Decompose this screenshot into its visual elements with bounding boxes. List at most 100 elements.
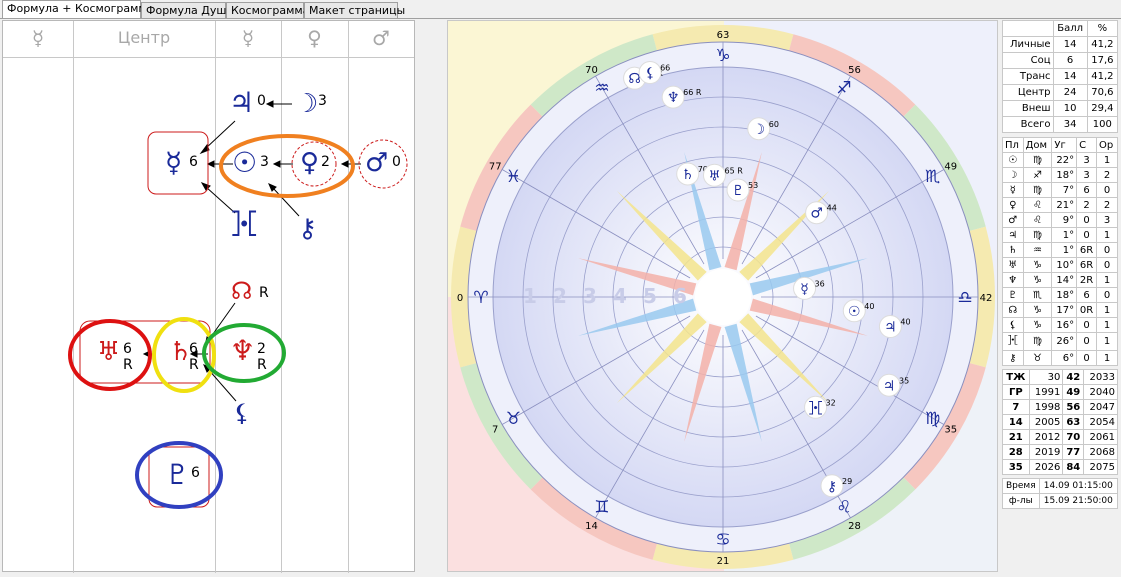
zodiac-sign-glyph: ♒	[594, 78, 609, 98]
planet-row-cell: ☿	[1002, 182, 1024, 198]
score-row-cell: 14	[1052, 68, 1088, 85]
planet-label: 29	[842, 477, 852, 486]
planet-row-cell: 2	[1096, 167, 1118, 183]
year-row: 21 2012 70 2061	[1002, 429, 1118, 445]
planet-row-cell: ♍	[1022, 227, 1053, 243]
year-row-cell: 70	[1062, 429, 1085, 445]
neptune-glyph[interactable]: ♆	[230, 337, 255, 365]
zodiac-sign-glyph: ♍	[925, 409, 940, 429]
moon-glyph[interactable]: ☽	[295, 91, 318, 117]
mars-glyph[interactable]: ♂	[365, 150, 388, 176]
planet-label: 35	[899, 376, 909, 385]
planet-row-cell: 2	[1096, 197, 1118, 213]
year-row-cell: 7	[1002, 399, 1030, 415]
planet-row-cell: ♂	[1002, 212, 1024, 228]
venus-glyph[interactable]: ♀	[300, 150, 319, 176]
uranus-glyph[interactable]: ♅	[97, 339, 120, 365]
planet-row-cell: ♌	[1022, 197, 1053, 213]
zodiac-sign-glyph: ♐	[836, 78, 851, 98]
planet-row: ⚷ ♉ 6° 0 1	[1002, 350, 1118, 366]
planet-label: 65 R	[724, 166, 743, 175]
formula-connectors	[68, 100, 408, 509]
planet-row-cell: ♒	[1022, 242, 1053, 258]
pluto-glyph[interactable]: ♇	[165, 461, 190, 489]
year-row: 28 2019 77 2068	[1002, 444, 1118, 460]
year-row-cell: 63	[1062, 414, 1085, 430]
sun-glyph[interactable]: ☉	[232, 149, 257, 177]
planet-row-cell: 1	[1096, 302, 1118, 318]
year-row-cell: 2033	[1083, 369, 1118, 385]
planet-glyph: ☽	[752, 122, 765, 138]
planet-glyph: ♆	[667, 90, 680, 106]
planets-table: Пл Дом Уг С Ор ☉ ♍ 22° 3 1 ☽ ♐ 18° 3 2 ☿ ♍ 7° 6 0 ♀ ♌ 21°…	[1002, 137, 1118, 366]
planet-row-cell: ♆	[1002, 272, 1024, 288]
degree-tick-label: 49	[944, 162, 957, 173]
degree-tick-label: 14	[585, 521, 598, 532]
cosmogram[interactable]: ♑♐♏♎♍♌♋♊♉♈♓♒63564942352821147077701 2 3 4 5 6…	[448, 21, 998, 572]
time-row-cell: ф-лы	[1002, 493, 1040, 509]
planet-label: 53	[748, 181, 758, 190]
neptune-retro: R	[257, 357, 267, 373]
planet-row-cell: 6	[1076, 287, 1098, 303]
degree-tick-label: 70	[585, 65, 598, 76]
score-row-cell: Внеш	[1002, 100, 1054, 117]
planet-row-cell: 0	[1096, 242, 1118, 258]
neptune-score: 2	[257, 341, 266, 357]
planet-row: ☉ ♍ 22° 3 1	[1002, 152, 1118, 168]
score-row-cell: 41,2	[1086, 68, 1119, 85]
degree-tick-label: 21	[717, 556, 730, 567]
score-row-cell: 24	[1052, 84, 1088, 101]
chiron-glyph[interactable]: ⚷	[298, 216, 317, 242]
tab-soul-formula[interactable]: Формула Души	[141, 2, 234, 18]
moon-score: 3	[318, 93, 327, 109]
lilith-glyph[interactable]: ⚸	[233, 401, 251, 425]
mercury-glyph[interactable]: ☿	[165, 149, 182, 177]
stats-panel: Балл % Личные 14 41,2 Соц 6 17,6 Транс 14 41,2 Це…	[1002, 20, 1119, 509]
planet-row-cell: 3	[1076, 167, 1098, 183]
score-row-cell: Центр	[1002, 84, 1054, 101]
year-row-cell: 84	[1062, 459, 1085, 475]
planet-row-cell: ⚸	[1002, 317, 1024, 333]
jupiter-glyph[interactable]: ♃	[229, 89, 254, 117]
planets-header: Уг	[1051, 137, 1078, 153]
house-number: 6	[673, 284, 687, 308]
proserpina-glyph[interactable]: ⯘	[231, 211, 257, 237]
zodiac-sign-glyph: ♌	[836, 498, 851, 518]
score-row-cell: 17,6	[1086, 52, 1119, 69]
planet-row-cell: ♀	[1002, 197, 1024, 213]
planet-row-cell: 21°	[1051, 197, 1078, 213]
zodiac-sign-glyph: ♓	[506, 167, 521, 187]
uranus-score: 6	[123, 341, 132, 357]
planet-row-cell: ♑	[1022, 317, 1053, 333]
house-number: 3	[583, 284, 597, 308]
planets-header: Пл	[1002, 137, 1024, 153]
node-glyph[interactable]: ☊	[231, 279, 252, 303]
tab-cosmogram[interactable]: Космограмма	[226, 2, 309, 18]
planet-label: 36	[815, 279, 825, 288]
zodiac-sign-glyph: ♑	[715, 46, 730, 66]
planet-row-cell: 0	[1096, 182, 1118, 198]
year-row: ТЖ 30 42 2033	[1002, 369, 1118, 385]
planet-row-cell: 10°	[1051, 257, 1078, 273]
score-row: Личные 14 41,2	[1002, 36, 1119, 53]
tab-formula-cosmogram[interactable]: Формула + Космограмма	[2, 0, 153, 19]
tab-page-layout[interactable]: Макет страницы	[304, 2, 405, 18]
planet-glyph: ⚸	[645, 66, 655, 82]
planet-label: 40	[864, 302, 874, 311]
saturn-score: 6	[189, 341, 198, 357]
year-row-cell: 35	[1002, 459, 1030, 475]
planet-glyph: ♅	[708, 168, 721, 184]
score-row-cell: 41,2	[1086, 36, 1119, 53]
zodiac-sign-glyph: ♉	[506, 409, 521, 429]
score-row-cell: Личные	[1002, 36, 1054, 53]
score-row-cell: 10	[1052, 100, 1088, 117]
score-row-cell: 29,4	[1086, 100, 1119, 117]
score-row-cell: 14	[1052, 36, 1088, 53]
year-row-cell: 2040	[1083, 384, 1118, 400]
planet-row: ⯘ ♍ 26° 0 1	[1002, 332, 1118, 351]
planet-row-cell: ♑	[1022, 257, 1053, 273]
zodiac-sign-glyph: ♋	[715, 530, 730, 550]
degree-tick-label: 7	[492, 425, 498, 436]
planet-glyph: ♂	[810, 206, 823, 222]
scores-header: Балл	[1052, 20, 1088, 37]
